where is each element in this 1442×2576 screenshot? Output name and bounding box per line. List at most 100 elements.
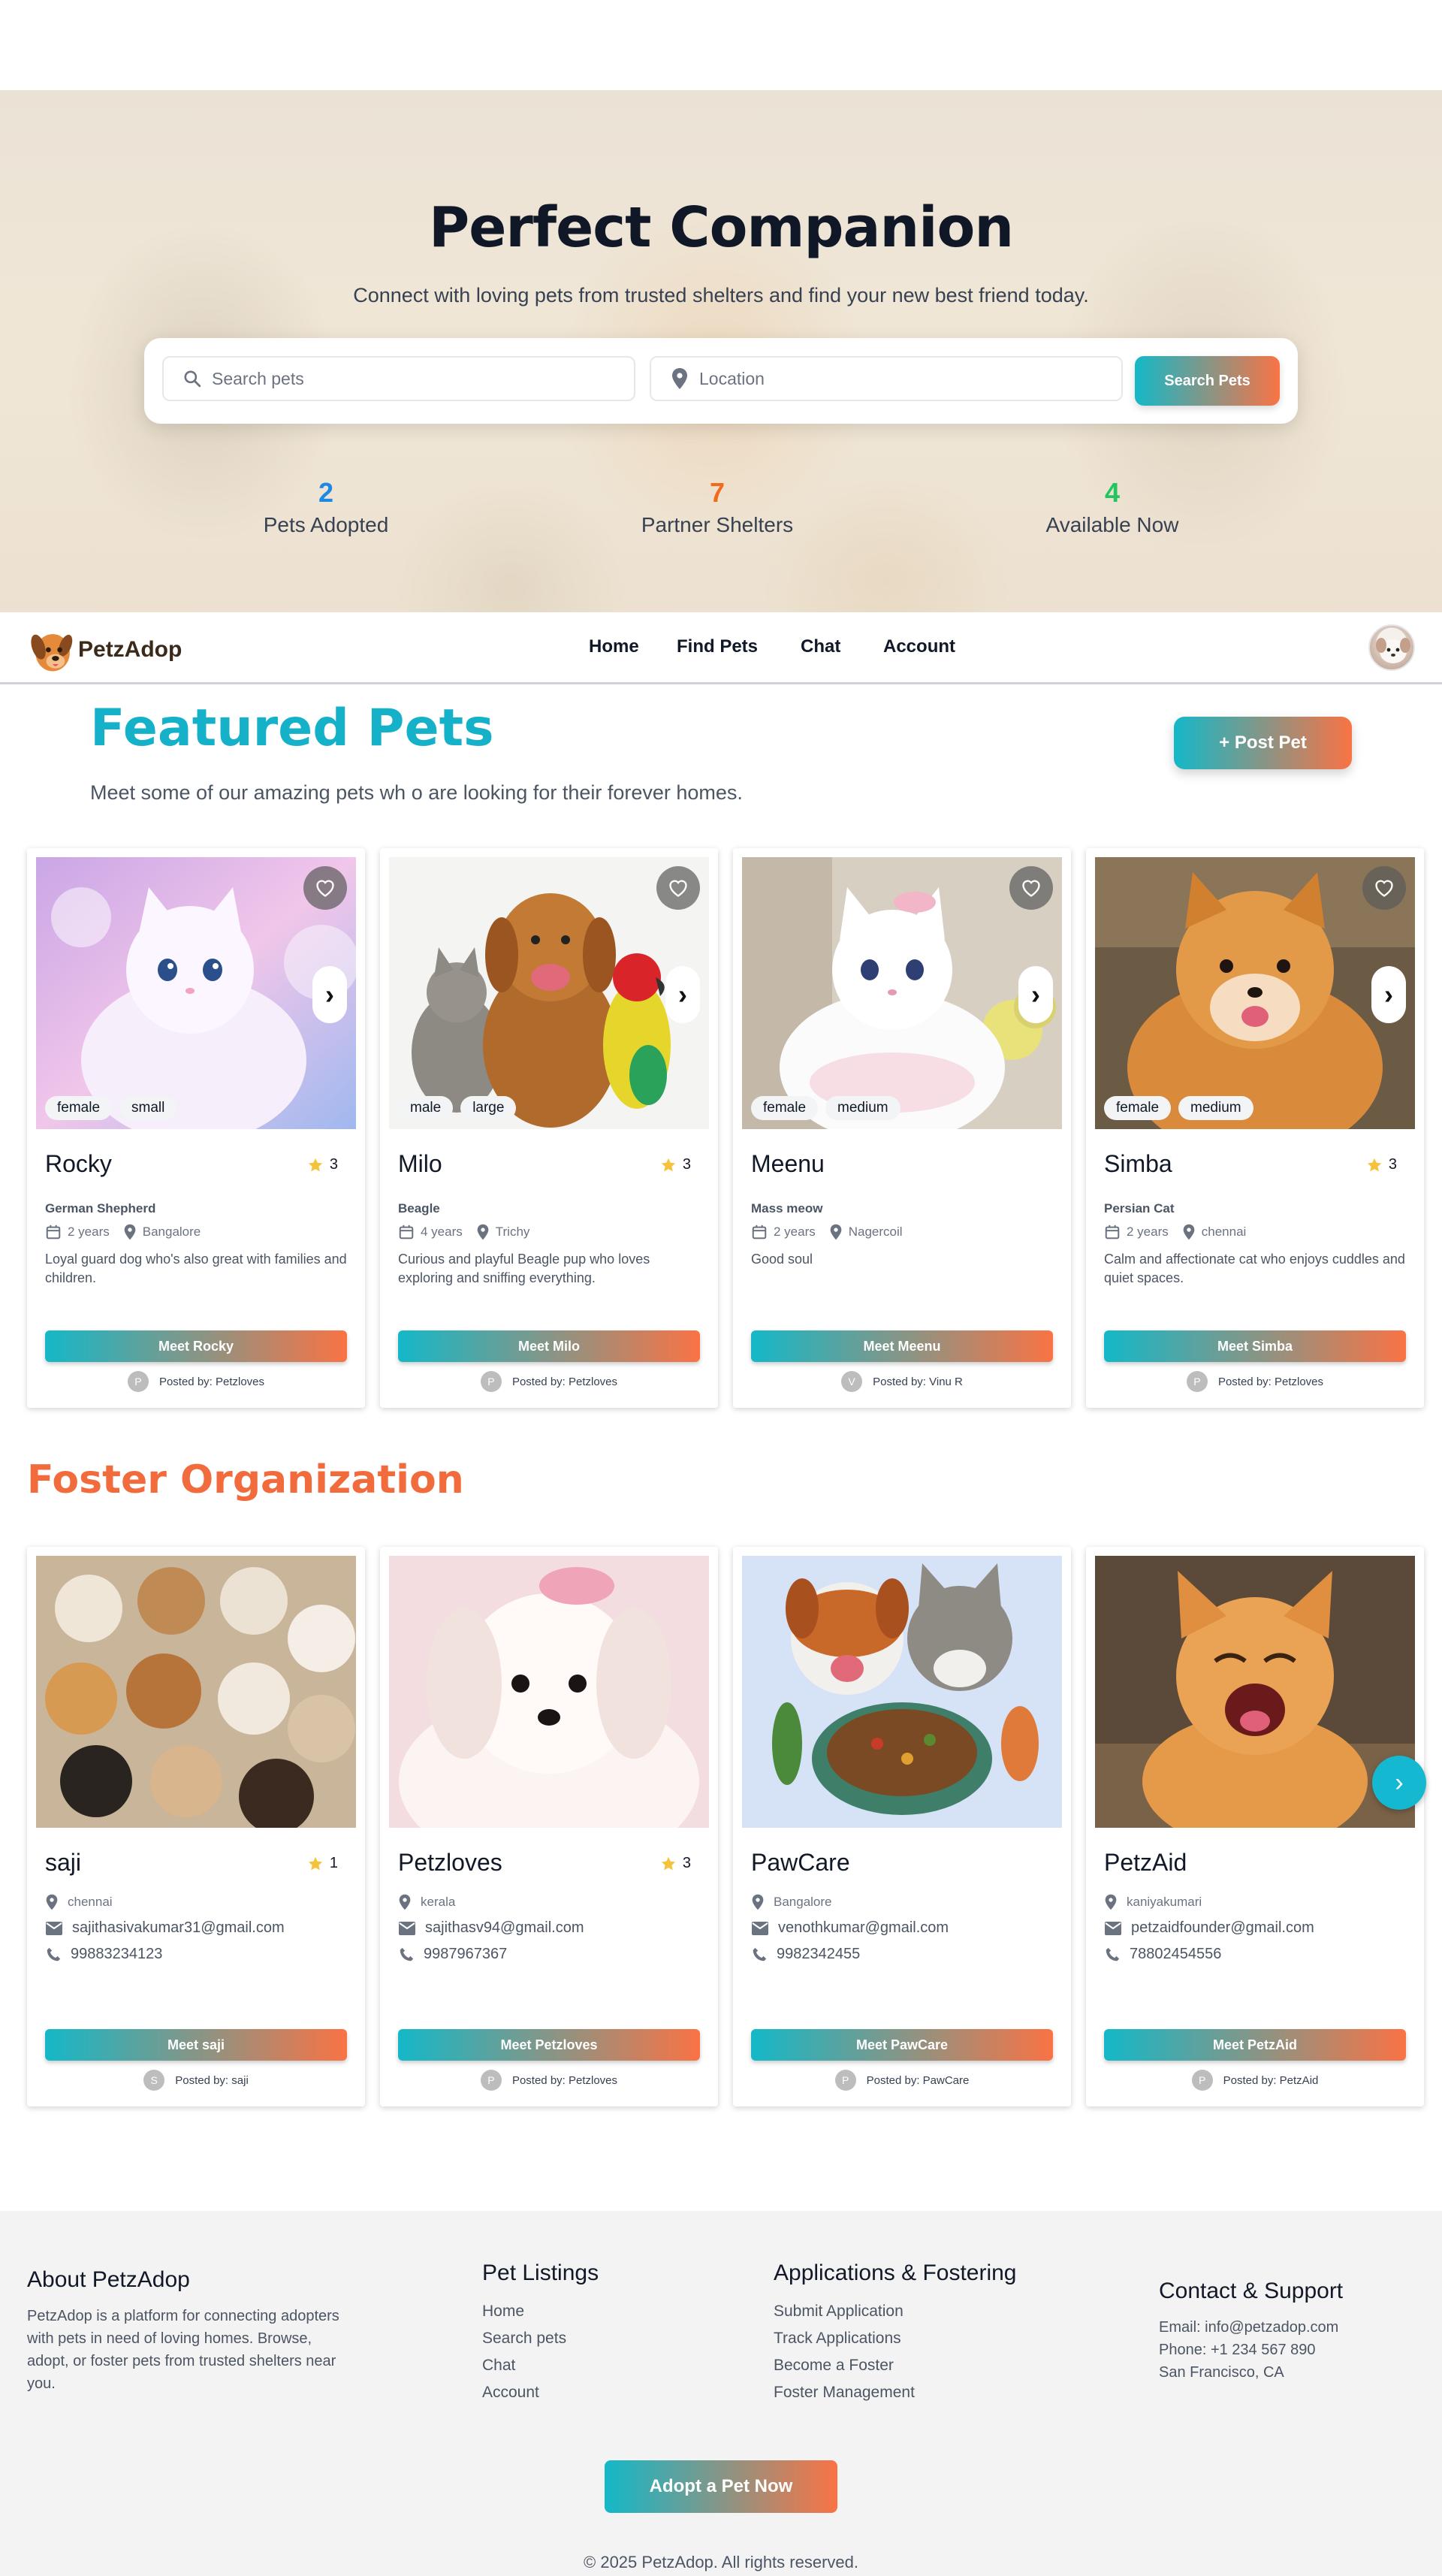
- next-photo-button[interactable]: ›: [1018, 966, 1053, 1023]
- search-placeholder: Search pets: [212, 368, 304, 388]
- pet-meta: 2 years chennai: [1104, 1224, 1246, 1240]
- footer-link-become-foster[interactable]: Become a Foster: [774, 2352, 1017, 2379]
- poster-avatar: P: [1186, 1371, 1208, 1392]
- meet-pet-button[interactable]: Meet Rocky: [45, 1330, 347, 1362]
- stat-label: Available Now: [1045, 513, 1179, 536]
- calendar-icon: [399, 1225, 414, 1240]
- meet-org-button[interactable]: Meet saji: [45, 2029, 347, 2061]
- org-email[interactable]: sajithasv94@gmail.com: [398, 1919, 584, 1937]
- footer-link-search-pets[interactable]: Search pets: [482, 2325, 599, 2352]
- mail-icon: [1105, 1921, 1121, 1935]
- posted-by: P Posted by: Petzloves: [1086, 1371, 1424, 1392]
- nav-chat[interactable]: Chat: [801, 636, 840, 657]
- footer-about-title: About PetzAdop: [27, 2267, 190, 2292]
- nav-home[interactable]: Home: [589, 636, 639, 657]
- footer-link-account[interactable]: Account: [482, 2379, 599, 2406]
- rating-value: 3: [682, 1855, 691, 1871]
- post-pet-button[interactable]: + Post Pet: [1174, 717, 1352, 769]
- footer-link-submit-application[interactable]: Submit Application: [774, 2298, 1017, 2325]
- rating-value: 3: [682, 1156, 691, 1173]
- foster-title: Foster Organization: [27, 1457, 464, 1502]
- footer-contact: Contact & Support Email: info@petzadop.c…: [1159, 2279, 1343, 2384]
- poster-avatar: S: [143, 2070, 165, 2091]
- next-photo-button[interactable]: ›: [312, 966, 347, 1023]
- pet-name: Milo: [398, 1150, 442, 1177]
- pet-description: Loyal guard dog who's also great with fa…: [45, 1252, 347, 1285]
- org-phone[interactable]: 9982342455: [751, 1946, 860, 1963]
- footer-link-chat[interactable]: Chat: [482, 2352, 599, 2379]
- nav-account[interactable]: Account: [883, 636, 955, 657]
- org-name: saji: [45, 1849, 82, 1876]
- org-email[interactable]: petzaidfounder@gmail.com: [1104, 1919, 1314, 1937]
- carousel-next-button[interactable]: ›: [1372, 1756, 1426, 1810]
- nav-find-pets[interactable]: Find Pets: [677, 636, 758, 657]
- gender-tag: male: [398, 1096, 454, 1120]
- user-avatar[interactable]: [1368, 624, 1415, 671]
- org-email-text: petzaidfounder@gmail.com: [1131, 1919, 1314, 1936]
- footer-link-foster-management[interactable]: Foster Management: [774, 2379, 1017, 2406]
- org-phone[interactable]: 9987967367: [398, 1946, 507, 1963]
- meet-org-button[interactable]: Meet Petzloves: [398, 2029, 700, 2061]
- star-icon: [1367, 1158, 1382, 1171]
- mail-icon: [399, 1921, 415, 1935]
- rating: 3: [660, 1855, 691, 1872]
- stat-label: Pets Adopted: [263, 513, 389, 536]
- star-icon: [308, 1856, 323, 1870]
- meet-pet-button[interactable]: Meet Meenu: [751, 1330, 1053, 1362]
- org-name: PetzAid: [1104, 1849, 1187, 1876]
- rating: 3: [307, 1156, 338, 1173]
- poster-avatar: P: [1191, 2070, 1213, 2091]
- favorite-heart-icon[interactable]: [656, 866, 700, 910]
- meet-org-button[interactable]: Meet PawCare: [751, 2029, 1053, 2061]
- pet-card-milo: › male large Milo 3 Beagle 4 years Trichy…: [380, 848, 718, 1408]
- phone-icon: [1106, 1947, 1120, 1961]
- meet-pet-button[interactable]: Meet Milo: [398, 1330, 700, 1362]
- footer-phone: Phone: +1 234 567 890: [1159, 2342, 1316, 2358]
- hero-subtitle: Connect with loving pets from trusted sh…: [353, 284, 1089, 307]
- posted-by-text: Posted by: saji: [175, 2073, 249, 2087]
- org-phone[interactable]: 99883234123: [45, 1946, 162, 1963]
- meet-org-button[interactable]: Meet PetzAid: [1104, 2029, 1406, 2061]
- org-location: Bangalore: [751, 1894, 832, 1910]
- org-email-text: sajithasv94@gmail.com: [425, 1919, 584, 1936]
- footer-link-home[interactable]: Home: [482, 2298, 599, 2325]
- star-icon: [661, 1856, 676, 1870]
- adopt-pet-now-button[interactable]: Adopt a Pet Now: [605, 2460, 837, 2513]
- top-navbar: PetzAdop Home Find Pets Chat Account: [0, 612, 1442, 684]
- org-phone-text: 99883234123: [71, 1946, 163, 1962]
- star-icon: [308, 1158, 323, 1171]
- meet-pet-button[interactable]: Meet Simba: [1104, 1330, 1406, 1362]
- org-email[interactable]: venothkumar@gmail.com: [751, 1919, 949, 1937]
- favorite-heart-icon[interactable]: [1362, 866, 1406, 910]
- next-photo-button[interactable]: ›: [665, 966, 700, 1023]
- next-photo-button[interactable]: ›: [1371, 966, 1406, 1023]
- phone-icon: [753, 1947, 767, 1961]
- calendar-icon: [1105, 1225, 1120, 1240]
- hero-section: Perfect Companion Connect with loving pe…: [0, 90, 1442, 612]
- size-tag: medium: [825, 1096, 900, 1120]
- footer-listings-title: Pet Listings: [482, 2260, 599, 2285]
- search-pets-button[interactable]: Search Pets: [1135, 356, 1280, 406]
- gender-tag: female: [1104, 1096, 1172, 1120]
- footer-address: San Francisco, CA: [1159, 2364, 1284, 2381]
- footer-link-track-applications[interactable]: Track Applications: [774, 2325, 1017, 2352]
- location-input[interactable]: Location: [650, 356, 1123, 401]
- org-email[interactable]: sajithasivakumar31@gmail.com: [45, 1919, 285, 1937]
- org-phone[interactable]: 78802454556: [1104, 1946, 1221, 1963]
- search-input[interactable]: Search pets: [162, 356, 635, 401]
- size-tag: medium: [1178, 1096, 1253, 1120]
- org-photo: [1095, 1556, 1415, 1828]
- posted-by-text: Posted by: Petzloves: [1217, 1375, 1324, 1388]
- favorite-heart-icon[interactable]: [1009, 866, 1053, 910]
- footer-contact-title: Contact & Support: [1159, 2279, 1344, 2303]
- posted-by-text: Posted by: Petzloves: [158, 1375, 265, 1388]
- favorite-heart-icon[interactable]: [303, 866, 347, 910]
- phone-icon: [400, 1947, 414, 1961]
- copyright: © 2025 PetzAdop. All rights reserved.: [584, 2553, 858, 2571]
- pet-description: Good soul: [751, 1252, 813, 1267]
- footer-email: Email: info@petzadop.com: [1159, 2319, 1339, 2336]
- posted-by-text: Posted by: Vinu R: [873, 1375, 963, 1388]
- posted-by: S Posted by: saji: [27, 2070, 365, 2091]
- posted-by: P Posted by: Petzloves: [27, 1371, 365, 1392]
- stat-partner-shelters: 7 Partner Shelters: [567, 477, 867, 537]
